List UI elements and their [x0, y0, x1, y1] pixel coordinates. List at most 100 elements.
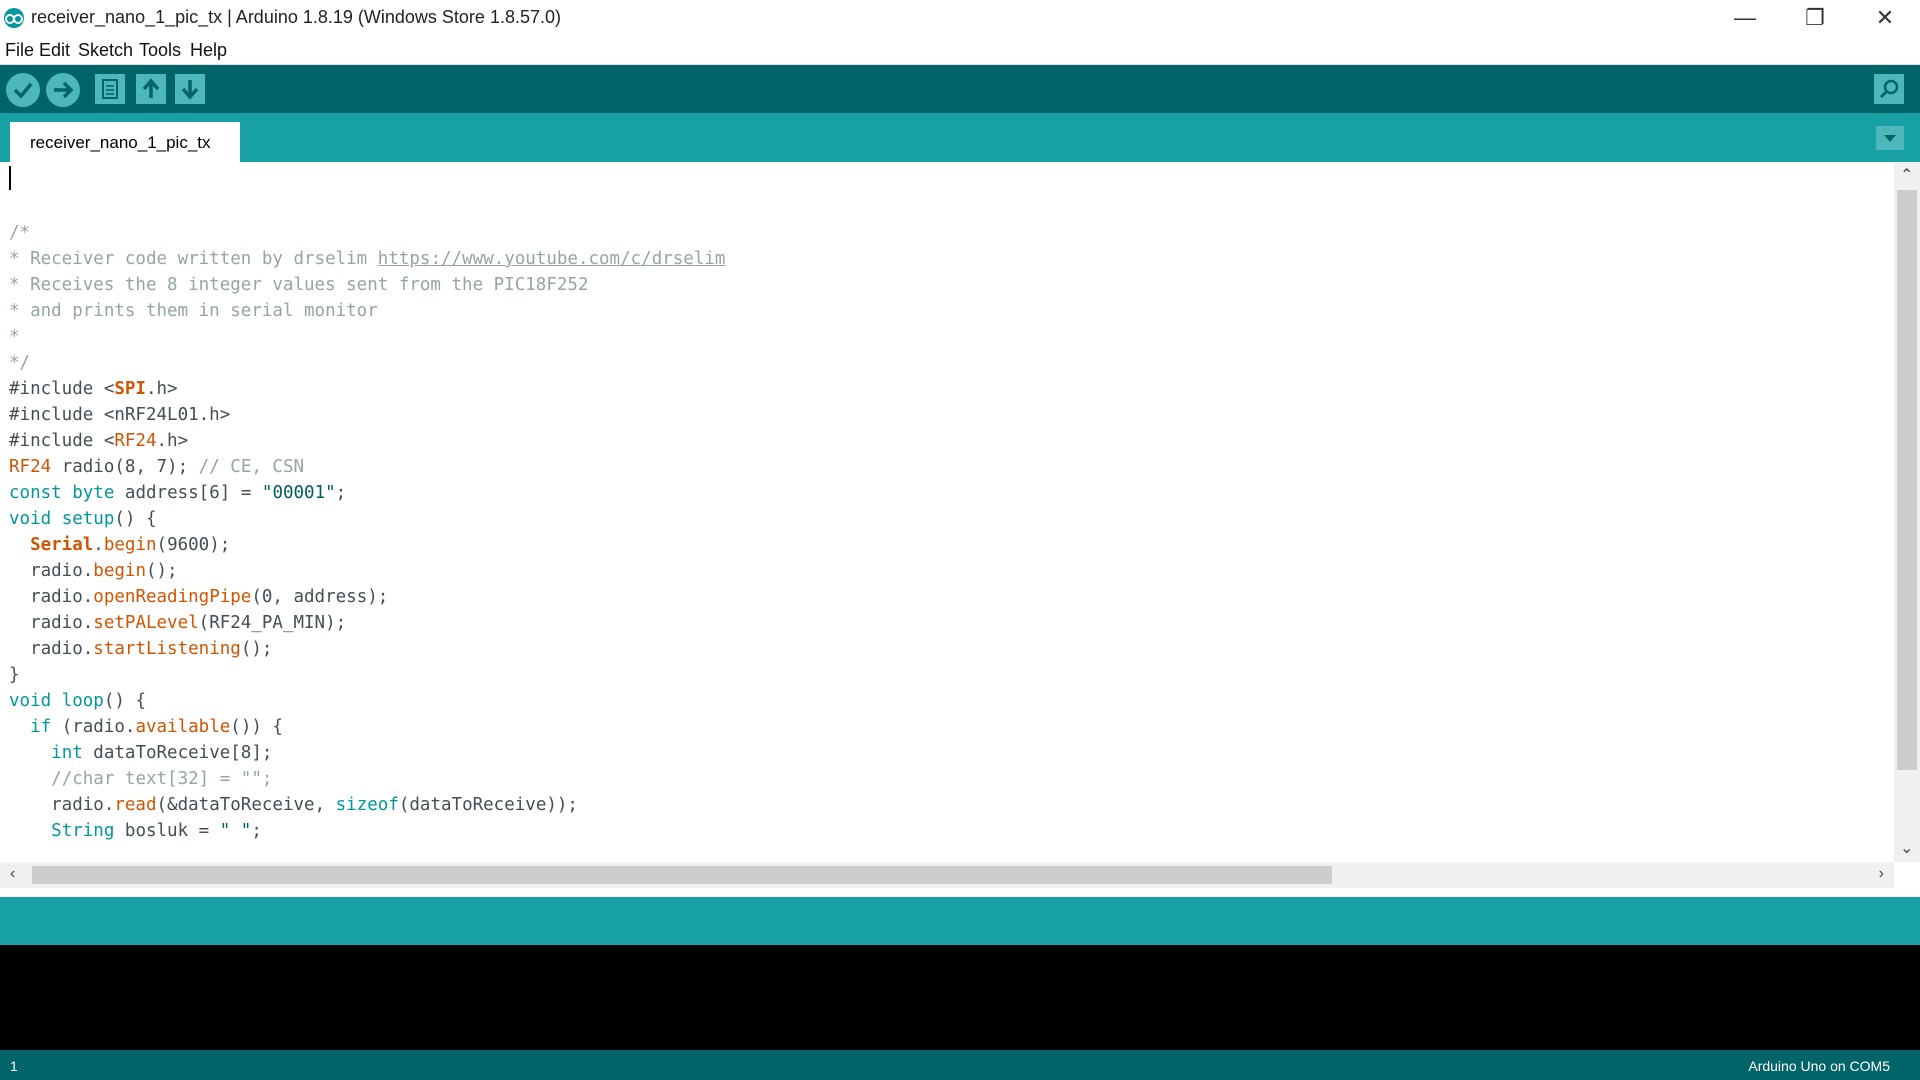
code-token: () { [103, 691, 147, 711]
message-bar [0, 897, 1920, 945]
code-token: radio. [9, 639, 94, 659]
new-file-icon [102, 79, 118, 99]
code-token: ; [251, 821, 262, 841]
code-line[interactable]: int dataToReceive[8]; [9, 740, 1894, 766]
code-token: * and prints them in serial monitor [9, 301, 378, 321]
code-token: openReadingPipe [93, 587, 252, 607]
scroll-left-icon[interactable]: ‹ [10, 865, 15, 883]
tab-label: receiver_nano_1_pic_tx [30, 133, 211, 152]
menu-sketch[interactable]: Sketch [78, 40, 133, 61]
code-line[interactable]: #include <SPI.h> [9, 376, 1894, 402]
new-sketch-button[interactable] [95, 74, 125, 104]
close-icon: ✕ [1875, 5, 1895, 30]
code-token: #include < [9, 379, 115, 399]
code-line[interactable]: void loop() { [9, 688, 1894, 714]
window-title: receiver_nano_1_pic_tx | Arduino 1.8.19 … [31, 7, 561, 27]
save-sketch-button[interactable] [175, 74, 205, 104]
code-line[interactable]: #include <RF24.h> [9, 428, 1894, 454]
menu-bar: File Edit Sketch Tools Help [0, 36, 1920, 65]
checkmark-icon [13, 82, 33, 99]
code-line[interactable]: } [9, 662, 1894, 688]
serial-monitor-button[interactable] [1874, 74, 1904, 104]
code-token: address[6] = [114, 483, 262, 503]
code-token: .h> [145, 379, 178, 399]
verify-button[interactable] [6, 73, 40, 107]
open-sketch-button[interactable] [136, 74, 166, 104]
console-output [0, 945, 1920, 1050]
code-line[interactable]: radio.begin(); [9, 558, 1894, 584]
code-token: byte [72, 483, 115, 503]
code-token: radio. [9, 795, 115, 815]
code-editor[interactable]: /* * Receiver code written by drselim htt… [0, 162, 1920, 888]
code-token: * Receiver code written by drselim [9, 249, 378, 269]
code-token: #include <nRF24L01.h> [9, 405, 231, 425]
code-line[interactable] [9, 194, 1894, 220]
code-token: .h> [156, 431, 189, 451]
code-token: const [9, 483, 62, 503]
code-line[interactable]: * Receives the 8 integer values sent fro… [9, 272, 1894, 298]
scroll-right-icon[interactable]: › [1879, 865, 1884, 883]
code-line[interactable]: const byte address[6] = "00001"; [9, 480, 1894, 506]
code-token: //char text[32] = ""; [51, 769, 273, 789]
code-token: (&dataToReceive, [156, 795, 336, 815]
code-token: () { [114, 509, 157, 529]
upload-button[interactable] [46, 73, 80, 107]
code-token: } [9, 665, 20, 685]
title-bar: receiver_nano_1_pic_tx | Arduino 1.8.19 … [0, 0, 1920, 36]
code-line[interactable]: * [9, 324, 1894, 350]
horizontal-scroll-thumb[interactable] [32, 866, 1332, 884]
status-bar: 1 Arduino Uno on COM5 [0, 1050, 1920, 1080]
code-line[interactable]: radio.read(&dataToReceive, sizeof(dataTo… [9, 792, 1894, 818]
code-token: (); [145, 561, 178, 581]
code-token: . [93, 535, 104, 555]
code-line[interactable]: Serial.begin(9600); [9, 532, 1894, 558]
code-token: ()) { [230, 717, 283, 737]
menu-file[interactable]: File [5, 40, 34, 61]
code-line[interactable]: RF24 radio(8, 7); // CE, CSN [9, 454, 1894, 480]
scroll-down-icon[interactable]: ⌄ [1900, 838, 1913, 858]
code-token: dataToReceive[8]; [82, 743, 273, 763]
code-line[interactable]: /* [9, 220, 1894, 246]
code-line[interactable]: * Receiver code written by drselim https… [9, 246, 1894, 272]
vertical-scrollbar[interactable]: ⌃ ⌄ [1894, 162, 1920, 862]
code-area[interactable]: /* * Receiver code written by drselim htt… [9, 194, 1894, 846]
vertical-scroll-thumb[interactable] [1897, 190, 1917, 770]
code-token: #include < [9, 431, 115, 451]
code-line[interactable]: * and prints them in serial monitor [9, 298, 1894, 324]
menu-edit[interactable]: Edit [39, 40, 70, 61]
code-line[interactable]: void setup() { [9, 506, 1894, 532]
scroll-up-icon[interactable]: ⌃ [1900, 165, 1913, 185]
horizontal-scrollbar[interactable]: ‹ › [0, 862, 1894, 888]
code-token: radio. [9, 613, 94, 633]
code-token: " " [219, 821, 252, 841]
code-line[interactable]: radio.startListening(); [9, 636, 1894, 662]
code-line[interactable]: radio.openReadingPipe(0, address); [9, 584, 1894, 610]
close-button[interactable]: ✕ [1850, 0, 1920, 36]
code-line[interactable]: */ [9, 350, 1894, 376]
code-line[interactable]: String String_to_Print = dataToReceive[0… [9, 844, 1894, 846]
code-line[interactable]: #include <nRF24L01.h> [9, 402, 1894, 428]
code-token: void [9, 691, 52, 711]
code-token: * [9, 327, 20, 347]
minimize-button[interactable]: — [1710, 0, 1780, 36]
restore-button[interactable]: ❐ [1780, 0, 1850, 36]
code-token: if [30, 717, 52, 737]
menu-help[interactable]: Help [190, 40, 227, 61]
tab-menu-button[interactable] [1876, 126, 1904, 150]
code-line[interactable]: if (radio.available()) { [9, 714, 1894, 740]
menu-tools[interactable]: Tools [139, 40, 181, 61]
board-port-info: Arduino Uno on COM5 [1748, 1058, 1890, 1074]
code-line[interactable]: //char text[32] = ""; [9, 766, 1894, 792]
code-line[interactable]: String bosluk = " "; [9, 818, 1894, 844]
tab-sketch[interactable]: receiver_nano_1_pic_tx [10, 122, 240, 162]
code-token: SPI [114, 379, 146, 399]
code-token: read [114, 795, 157, 815]
triangle-down-icon [1884, 135, 1896, 142]
code-line[interactable]: radio.setPALevel(RF24_PA_MIN); [9, 610, 1894, 636]
